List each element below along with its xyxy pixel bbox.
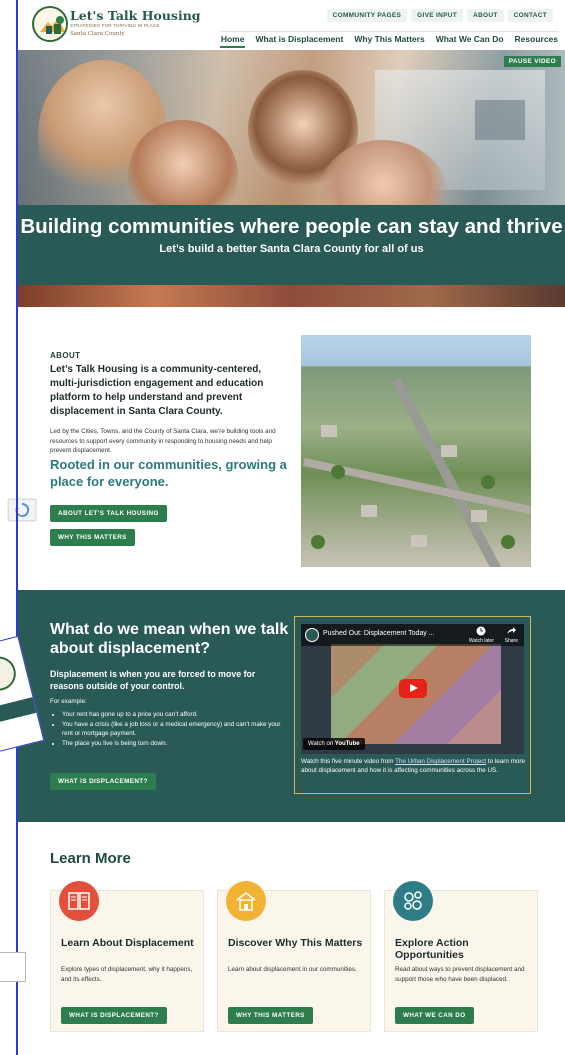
aerial-roof [321,425,337,437]
card-body: Explore types of displacement, why it ha… [61,966,193,983]
aerial-road [391,377,504,567]
offscreen-panel-partial [0,952,26,982]
util-nav-contact[interactable]: CONTACT [507,9,553,22]
displacement-example-label: For example: [50,698,87,705]
why-this-matters-button[interactable]: WHY THIS MATTERS [50,529,135,546]
nav-what-is-displacement[interactable]: What is Displacement [254,34,344,48]
displacement-examples: Your rent has gone up to a price you can… [62,710,290,749]
utility-nav: COMMUNITY PAGES GIVE INPUT ABOUT CONTACT [326,9,553,22]
logo-icon[interactable] [32,6,68,42]
displacement-example-item: The place you live is being torn down. [62,739,290,748]
card-why-this-matters-button[interactable]: WHY THIS MATTERS [228,1007,313,1024]
share-icon [507,627,517,634]
card-title: Learn About Displacement [61,937,194,949]
video-card: Pushed Out: Displacement Today ... Watch… [294,616,531,794]
nav-resources[interactable]: Resources [514,34,559,48]
site-header: Let's Talk Housing STRATEGIES FOR THRIVI… [18,0,565,50]
offscreen-card-strip [0,696,39,724]
learn-more-section: Learn More Learn About Displacement Expl… [18,822,565,1055]
caption-text: Watch this five minute video from [301,758,396,765]
aerial-roof [361,505,377,517]
nav-home[interactable]: Home [219,34,246,48]
card-explore-action-opportunities: Explore Action Opportunities Read about … [384,881,538,1032]
aerial-roof [411,535,427,547]
util-nav-give-input[interactable]: GIVE INPUT [411,9,463,22]
util-nav-about[interactable]: ABOUT [466,9,504,22]
hero-band: Building communities where people can st… [18,205,565,285]
recaptcha-icon[interactable] [8,499,36,521]
about-lead: Let’s Talk Housing is a community-center… [50,364,264,417]
watch-later-label: Watch later [468,638,494,644]
gears-icon [393,881,433,921]
hero-subtitle: Let’s build a better Santa Clara County … [159,243,424,255]
share-label: Share [504,638,518,644]
what-is-displacement-button[interactable]: WHAT IS DISPLACEMENT? [50,773,156,790]
nav-why-this-matters[interactable]: Why This Matters [353,34,425,48]
share-button[interactable]: Share [505,626,518,644]
aerial-tree [331,465,345,479]
pause-video-button[interactable]: PAUSE VIDEO [503,56,561,67]
book-icon [59,881,99,921]
displacement-example-item: Your rent has gone up to a price you can… [62,710,290,719]
about-eyebrow: ABOUT [50,351,81,360]
video-caption: Watch this five minute video from The Ur… [301,757,527,775]
about-body: Led by the Cities, Towns, and the County… [50,428,276,454]
aerial-tree [311,535,325,549]
displacement-example-item: You have a crisis (like a job loss or a … [62,720,290,738]
watch-later-button[interactable]: Watch later [469,626,494,644]
about-tagline: Rooted in our communities, growing a pla… [50,457,287,489]
youtube-logo-icon: YouTube [334,741,360,747]
aerial-tree [501,535,515,549]
displacement-section: What do we mean when we talk about displ… [18,590,565,822]
brand-title[interactable]: Let's Talk Housing [70,8,201,23]
card-learn-about-displacement: Learn About Displacement Explore types o… [50,881,204,1032]
clock-icon [476,626,486,636]
displacement-lead: Displacement is when you are forced to m… [50,669,256,691]
page: Let's Talk Housing STRATEGIES FOR THRIVI… [8,0,565,1055]
card-discover-why-this-matters: Discover Why This Matters Learn about di… [217,881,371,1032]
displacement-title: What do we mean when we talk about displ… [50,621,289,657]
util-nav-community-pages[interactable]: COMMUNITY PAGES [326,9,408,22]
offscreen-logo-badge [0,653,20,695]
video-title[interactable]: Pushed Out: Displacement Today ... [323,630,435,637]
house-icon [226,881,266,921]
about-section: ABOUT Let’s Talk Housing is a community-… [8,307,565,590]
learn-more-title: Learn More [50,850,131,867]
main-nav: Home What is Displacement Why This Matte… [219,31,559,48]
aerial-roof [441,445,457,457]
card-title: Discover Why This Matters [228,937,363,949]
about-lets-talk-housing-button[interactable]: ABOUT LET’S TALK HOUSING [50,505,167,522]
card-what-is-displacement-button[interactable]: WHAT IS DISPLACEMENT? [61,1007,167,1024]
watch-on-youtube-button[interactable]: Watch on YouTube [303,738,365,750]
aerial-roof [471,510,487,522]
nav-what-we-can-do[interactable]: What We Can Do [435,34,505,48]
play-button-icon[interactable] [399,679,427,698]
watch-on-label: Watch on [308,741,334,747]
youtube-video-embed[interactable]: Pushed Out: Displacement Today ... Watch… [301,624,524,754]
card-title: Explore Action Opportunities [395,937,469,961]
hero-title: Building communities where people can st… [20,215,563,238]
aerial-neighborhood-image [301,335,531,567]
urban-displacement-project-link[interactable]: The Urban Displacement Project [395,758,486,765]
hero-video: PAUSE VIDEO Building communities where p… [18,50,565,307]
brand-tagline: STRATEGIES FOR THRIVING IN PLACE [70,23,160,28]
card-body: Learn about displacement in our communit… [228,966,357,973]
card-body: Read about ways to prevent displacement … [395,966,525,983]
card-what-we-can-do-button[interactable]: WHAT WE CAN DO [395,1007,474,1024]
video-channel-logo-icon[interactable] [305,628,319,642]
aerial-tree [481,475,495,489]
hero-bottom-strip [18,285,565,307]
brand-county: Santa Clara County [70,31,125,37]
hero-window-bg [475,100,525,140]
learn-more-cards: Learn About Displacement Explore types o… [50,881,538,1032]
page-frame-line [16,0,18,1055]
